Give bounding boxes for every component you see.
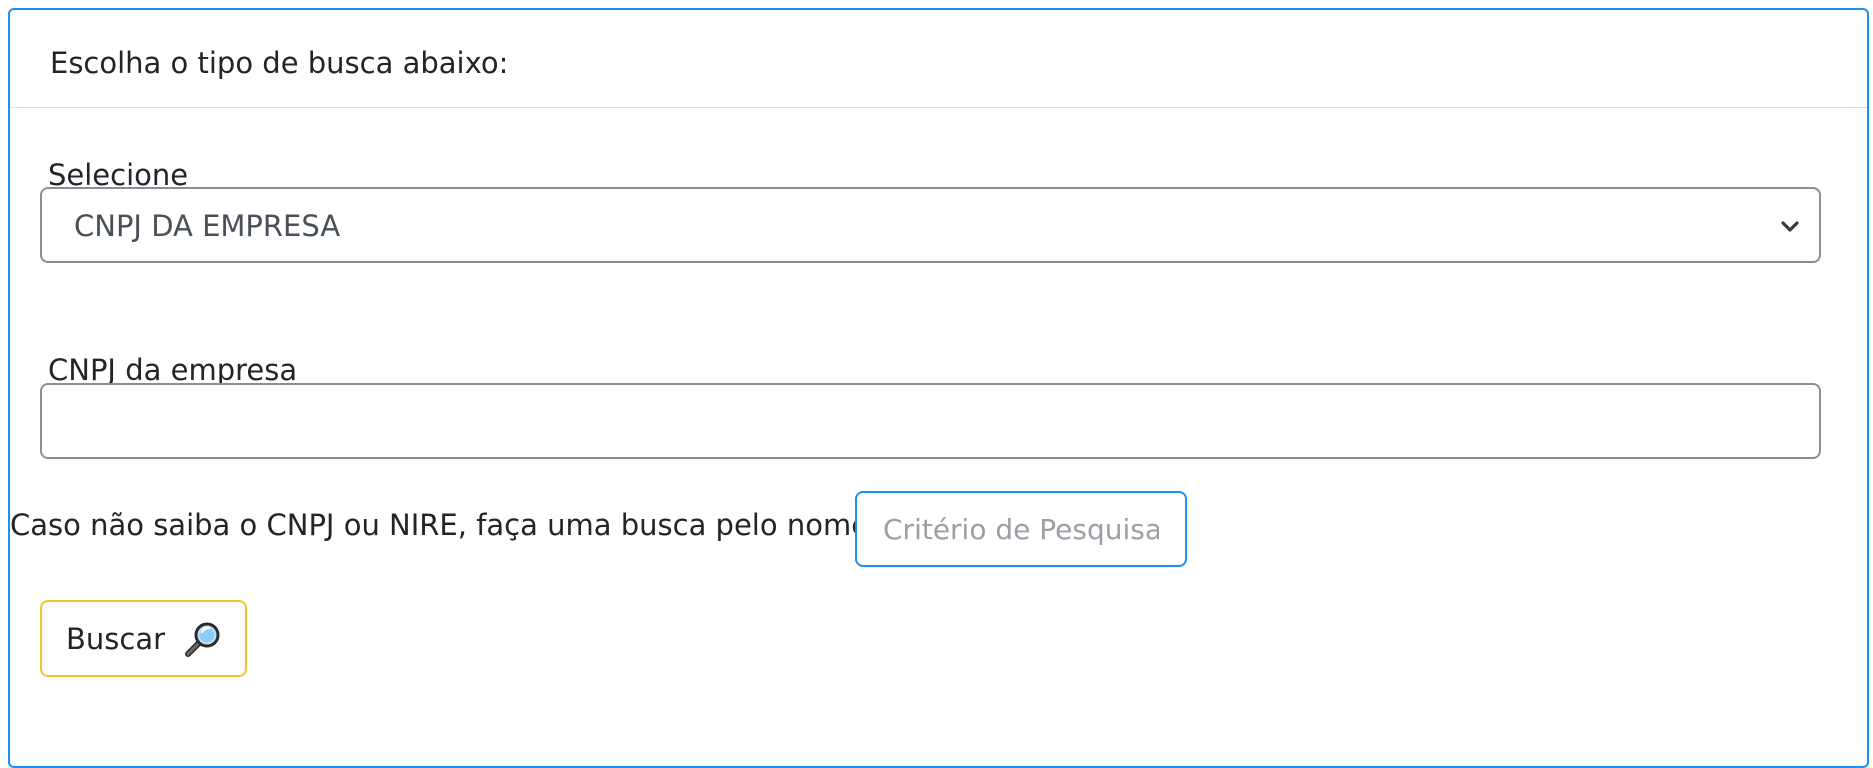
search-button[interactable]: Buscar — [40, 600, 247, 677]
search-by-name-hint: Caso não saiba o CNPJ ou NIRE, faça uma … — [10, 508, 870, 542]
card-header: Escolha o tipo de busca abaixo: — [10, 10, 1867, 108]
select-value: CNPJ DA EMPRESA — [74, 209, 341, 243]
cnpj-input[interactable] — [40, 383, 1821, 459]
search-type-select[interactable]: CNPJ DA EMPRESA — [40, 187, 1821, 263]
magnifying-glass-icon — [185, 622, 220, 657]
search-criteria-input[interactable] — [855, 491, 1187, 567]
search-button-label: Buscar — [66, 622, 166, 656]
card-title: Escolha o tipo de busca abaixo: — [50, 46, 509, 80]
chevron-down-icon — [1781, 221, 1799, 232]
